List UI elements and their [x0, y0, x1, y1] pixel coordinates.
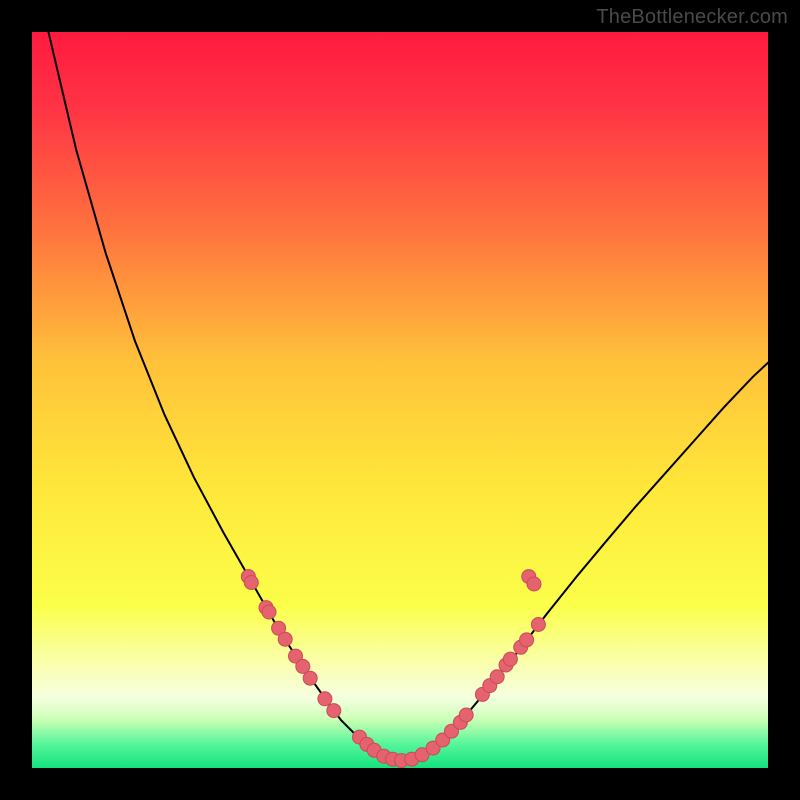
watermark-text: TheBottlenecker.com [596, 6, 788, 29]
plot-area [32, 32, 768, 768]
chart-frame: TheBottlenecker.com [0, 0, 800, 800]
background-gradient [32, 32, 768, 768]
